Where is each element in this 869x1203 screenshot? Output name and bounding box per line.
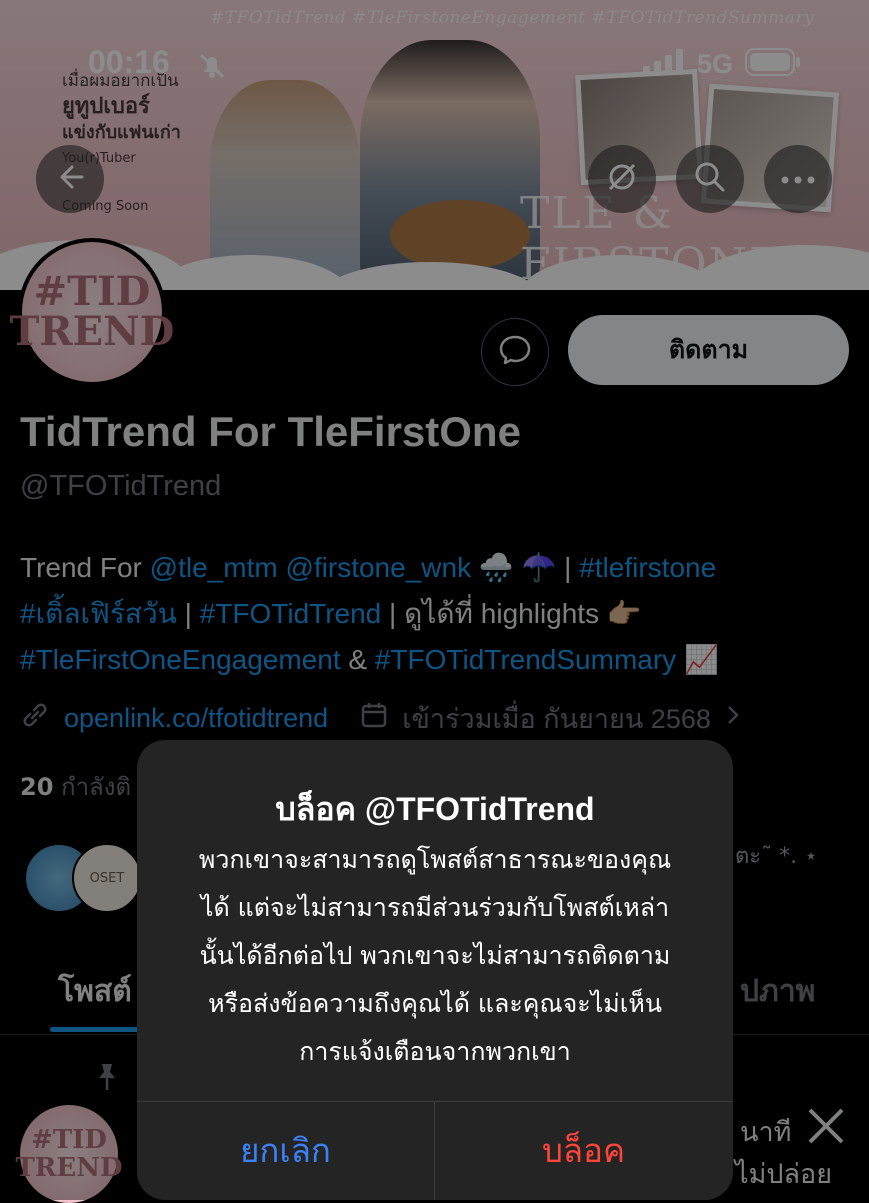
dialog-message-line: การแจ้งเตือนจากพวกเขา	[299, 1037, 571, 1066]
dialog-message-line: หรือส่งข้อความถึงคุณได้ และคุณจะไม่เห็น	[208, 989, 662, 1018]
dialog-title: บล็อค @TFOTidTrend	[275, 791, 595, 827]
dialog-message-line: พวกเขาจะสามารถดูโพสต์สาธารณะของคุณ	[198, 845, 672, 874]
dialog-message: พวกเขาจะสามารถดูโพสต์สาธารณะของคุณ ได้ แ…	[167, 836, 703, 1076]
block-confirm-dialog: บล็อค @TFOTidTrend พวกเขาจะสามารถดูโพสต์…	[137, 740, 733, 1200]
cancel-button[interactable]: ยกเลิก	[137, 1101, 434, 1200]
dialog-message-line: นั้นได้อีกต่อไป พวกเขาจะไม่สามารถติดตาม	[199, 941, 671, 970]
dialog-message-line: ได้ แต่จะไม่สามารถมีส่วนร่วมกับโพสต์เหล่…	[200, 893, 670, 922]
block-button[interactable]: บล็อค	[435, 1101, 732, 1200]
